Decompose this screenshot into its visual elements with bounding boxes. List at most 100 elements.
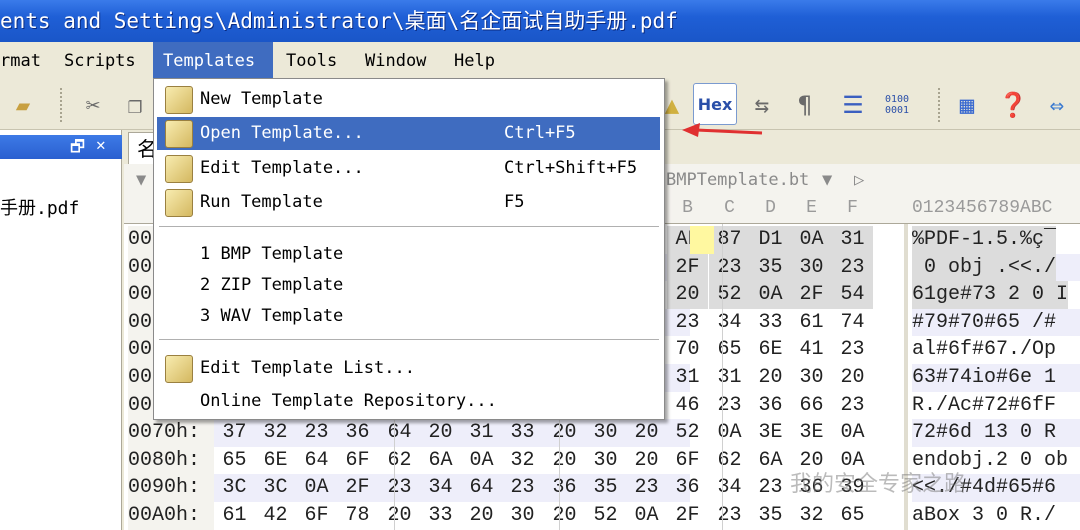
hex-byte[interactable]: 30 xyxy=(585,419,626,447)
menu-item-recent-bmp[interactable]: 1 BMP Template xyxy=(157,238,660,271)
hex-byte[interactable]: 35 xyxy=(750,253,791,282)
hex-byte[interactable]: 62 xyxy=(709,447,750,475)
dropdown-icon[interactable]: ▼ xyxy=(822,164,832,196)
hex-byte[interactable]: 34 xyxy=(420,474,461,502)
hex-byte[interactable]: 6F xyxy=(667,447,708,475)
menu-scripts[interactable]: Scripts xyxy=(54,42,146,80)
hex-byte[interactable]: 65 xyxy=(832,502,873,530)
text-cell[interactable]: 72#6d 13 0 R xyxy=(912,419,1056,447)
swap-icon[interactable]: ⇆ xyxy=(745,88,779,122)
hex-byte[interactable]: 20 xyxy=(750,364,791,392)
help-doc-icon[interactable]: ❓ xyxy=(996,88,1030,122)
hex-byte[interactable]: 20 xyxy=(379,502,420,530)
hex-mode-button[interactable]: Hex xyxy=(693,83,737,125)
hex-byte[interactable]: 23 xyxy=(379,474,420,502)
binary-icon[interactable]: 0100 0001 xyxy=(880,88,914,122)
hex-byte[interactable]: 61 xyxy=(791,309,832,337)
hex-byte[interactable]: 6F xyxy=(296,502,337,530)
hex-byte[interactable]: 36 xyxy=(667,474,708,502)
hex-byte[interactable]: 2F xyxy=(791,281,832,309)
menu-item-online-repository[interactable]: Online Template Repository... xyxy=(157,385,660,418)
template-selector[interactable]: BMPTemplate.bt xyxy=(666,164,809,196)
hex-byte[interactable]: 20 xyxy=(667,281,708,309)
hex-byte[interactable]: 33 xyxy=(502,419,543,447)
hex-byte[interactable]: 36 xyxy=(337,419,378,447)
text-cell[interactable]: 61ge#73 2 0 I xyxy=(912,281,1069,309)
hex-byte[interactable]: 46 xyxy=(667,392,708,420)
hex-byte[interactable]: 64 xyxy=(296,447,337,475)
hex-byte[interactable]: 2F xyxy=(667,253,708,282)
hex-byte[interactable]: 34 xyxy=(709,474,750,502)
hex-byte[interactable]: 0A xyxy=(832,419,873,447)
hex-byte[interactable]: 54 xyxy=(832,281,873,309)
hex-byte[interactable]: 34 xyxy=(709,309,750,337)
hex-byte[interactable]: 20 xyxy=(420,419,461,447)
hex-byte[interactable]: 31 xyxy=(667,364,708,392)
hex-byte[interactable]: 6E xyxy=(750,336,791,364)
hex-byte[interactable]: 30 xyxy=(791,253,832,282)
hex-byte[interactable]: 52 xyxy=(709,281,750,309)
back-forward-icon[interactable]: ⇔ xyxy=(1040,88,1074,122)
hex-byte[interactable]: 6A xyxy=(750,447,791,475)
hex-byte[interactable]: 0A xyxy=(750,281,791,309)
close-icon[interactable]: ✕ xyxy=(96,135,106,154)
copy-icon[interactable]: ❐ xyxy=(118,88,152,122)
hex-byte[interactable]: 0A xyxy=(791,226,832,254)
hex-byte[interactable]: 62 xyxy=(379,447,420,475)
hex-byte[interactable]: 64 xyxy=(461,474,502,502)
hex-byte[interactable]: 32 xyxy=(255,419,296,447)
hex-byte[interactable]: 41 xyxy=(791,336,832,364)
hex-byte[interactable]: 30 xyxy=(585,447,626,475)
hex-byte[interactable]: 74 xyxy=(832,309,873,337)
hex-byte[interactable]: 23 xyxy=(709,502,750,530)
menu-tools[interactable]: Tools xyxy=(276,42,347,80)
hex-byte[interactable]: 32 xyxy=(502,447,543,475)
hex-byte[interactable]: 33 xyxy=(750,309,791,337)
hex-byte[interactable]: 23 xyxy=(626,474,667,502)
menu-templates[interactable]: Templates xyxy=(153,42,273,80)
hex-byte[interactable]: 36 xyxy=(544,474,585,502)
hex-byte[interactable]: 20 xyxy=(461,502,502,530)
hex-byte[interactable]: 52 xyxy=(667,419,708,447)
hex-byte[interactable]: 23 xyxy=(832,336,873,364)
open-folder-icon[interactable]: ▰ xyxy=(6,88,40,122)
hex-byte[interactable]: 0A xyxy=(709,419,750,447)
cut-icon[interactable]: ✂ xyxy=(76,88,110,122)
hex-byte[interactable]: 20 xyxy=(832,364,873,392)
hex-byte[interactable]: 30 xyxy=(791,364,832,392)
menu-item-recent-wav[interactable]: 3 WAV Template xyxy=(157,300,660,333)
columns-icon[interactable]: ☰ xyxy=(836,88,870,122)
hex-byte[interactable]: 33 xyxy=(420,502,461,530)
paragraph-icon[interactable]: ¶ xyxy=(788,88,822,122)
menu-window[interactable]: Window xyxy=(355,42,436,80)
hex-byte[interactable]: 3C xyxy=(214,474,255,502)
hex-byte[interactable]: 0A xyxy=(461,447,502,475)
hex-byte[interactable]: 6E xyxy=(255,447,296,475)
hex-byte[interactable]: 23 xyxy=(296,419,337,447)
hex-byte[interactable]: 20 xyxy=(626,419,667,447)
hex-byte[interactable]: 66 xyxy=(791,392,832,420)
hex-byte[interactable]: 6F xyxy=(337,447,378,475)
text-cell[interactable]: 63#74io#6e 1 xyxy=(912,364,1056,392)
hex-byte[interactable]: 3C xyxy=(255,474,296,502)
text-cell[interactable]: aBox 3 0 R./ xyxy=(912,502,1056,530)
hex-byte[interactable]: 42 xyxy=(255,502,296,530)
file-list-item[interactable]: 手册.pdf xyxy=(0,194,79,220)
hex-byte[interactable]: 23 xyxy=(709,253,750,282)
hex-byte[interactable]: 2F xyxy=(667,502,708,530)
hex-byte[interactable]: 20 xyxy=(544,419,585,447)
hex-byte[interactable]: 52 xyxy=(585,502,626,530)
restore-icon[interactable]: 🗗 xyxy=(70,136,85,163)
menu-help[interactable]: Help xyxy=(444,42,505,80)
hex-byte[interactable]: 0A xyxy=(296,474,337,502)
collapse-icon[interactable]: ▼ xyxy=(136,164,146,196)
hex-byte[interactable]: 3E xyxy=(750,419,791,447)
hex-byte[interactable]: 36 xyxy=(750,392,791,420)
hex-byte[interactable]: 23 xyxy=(667,309,708,337)
text-cell[interactable]: #79#70#65 /# xyxy=(912,309,1056,337)
hex-byte[interactable]: 3E xyxy=(791,419,832,447)
hex-byte[interactable]: D1 xyxy=(750,226,791,254)
hex-byte[interactable]: 31 xyxy=(461,419,502,447)
hex-byte[interactable]: 20 xyxy=(544,502,585,530)
hex-byte[interactable]: 20 xyxy=(626,447,667,475)
